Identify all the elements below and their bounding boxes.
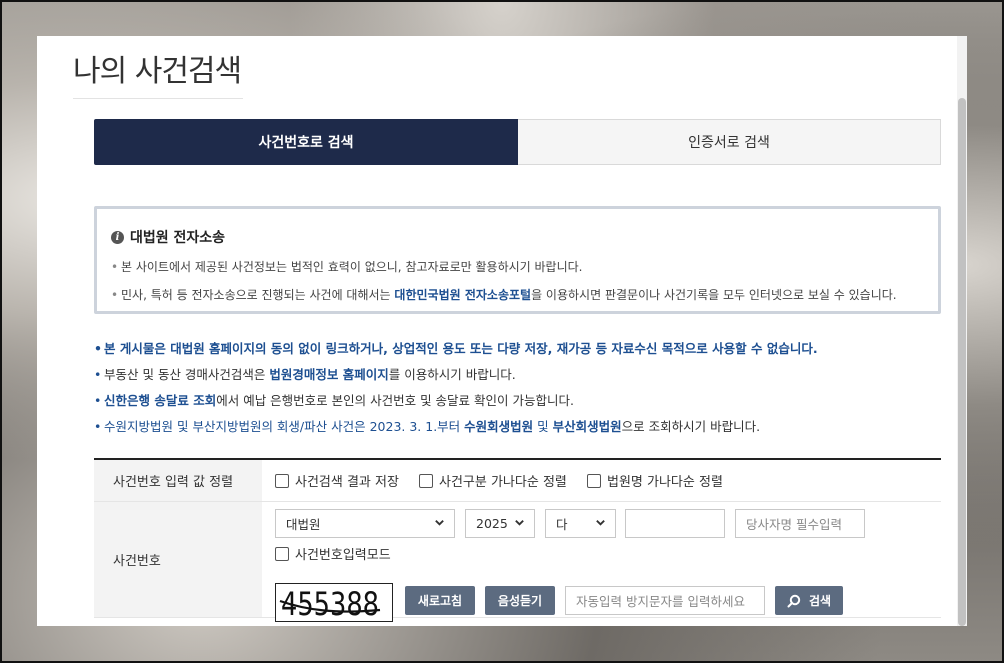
captcha-graphic: 455388 (279, 585, 381, 621)
checkbox-icon[interactable] (419, 473, 433, 488)
info-item-4-pre: 수원지방법원 및 부산지방법원의 회생/파산 사건은 2023. 3. 1.부터 (104, 419, 465, 434)
suwon-rehab-court-link[interactable]: 수원회생법원 (464, 419, 533, 434)
checkbox-icon[interactable] (275, 473, 289, 488)
search-icon (787, 594, 801, 607)
bullet-icon: • (94, 367, 102, 382)
chevron-down-icon (435, 520, 444, 526)
sort-by-case-type-label: 사건구분 가나다순 정렬 (439, 475, 567, 490)
info-item-2-post: 를 이용하시기 바랍니다. (388, 367, 516, 382)
court-select-value: 대법원 (286, 517, 321, 532)
info-item-3-post: 에서 예납 은행번호로 본인의 사건번호 및 송달료 확인이 가능합니다. (216, 393, 574, 408)
scrollbar[interactable] (957, 36, 967, 626)
info-item-1-text: 본 게시물은 대법원 홈페이지의 동의 없이 링크하거나, 상업적인 용도 또는… (104, 341, 818, 356)
notice-title: 대법원 전자소송 (130, 230, 226, 246)
info-item-4: • 수원지방법원 및 부산지방법원의 회생/파산 사건은 2023. 3. 1.부… (94, 416, 760, 435)
checkbox-icon[interactable] (275, 546, 289, 561)
case-number-label: 사건번호 (94, 502, 262, 617)
save-results-label: 사건검색 결과 저장 (295, 475, 399, 490)
title-divider (73, 98, 243, 99)
e-litigation-portal-link[interactable]: 대한민국법원 전자소송포털 (394, 288, 531, 302)
case-type-select-value: 다 (556, 517, 568, 532)
captcha-audio-button[interactable]: 음성듣기 (485, 586, 555, 615)
sort-by-case-type-checkbox[interactable]: 사건구분 가나다순 정렬 (419, 471, 567, 490)
notice-line-1-text: 본 사이트에서 제공된 사건정보는 법적인 효력이 없으니, 참고자료로만 활용… (121, 260, 583, 274)
input-mode-checkbox[interactable]: 사건번호입력모드 (275, 544, 391, 563)
info-item-4-mid: 및 (533, 419, 553, 434)
year-select[interactable]: 2025 (465, 509, 535, 538)
case-search-form: 사건번호 입력 값 정렬 사건검색 결과 저장 사건구분 가나다순 정렬 법원명… (94, 458, 941, 622)
save-results-checkbox[interactable]: 사건검색 결과 저장 (275, 471, 399, 490)
checkbox-icon[interactable] (587, 473, 601, 488)
bullet-icon: • (94, 341, 102, 356)
info-item-2-pre: 부동산 및 동산 경매사건검색은 (104, 367, 270, 382)
notice-box: i 대법원 전자소송 • 본 사이트에서 제공된 사건정보는 법적인 효력이 없으… (94, 206, 941, 314)
sort-label: 사건번호 입력 값 정렬 (94, 460, 262, 501)
info-item-1: • 본 게시물은 대법원 홈페이지의 동의 없이 링크하거나, 상업적인 용도 또… (94, 338, 818, 357)
bullet-icon: • (111, 260, 119, 274)
info-icon: i (111, 230, 124, 244)
court-select[interactable]: 대법원 (275, 509, 455, 538)
chevron-down-icon (515, 520, 524, 526)
bullet-icon: • (94, 393, 102, 408)
notice-line-2: • 민사, 특허 등 전자소송으로 진행되는 사건에 대해서는 대한민국법원 전자… (111, 286, 897, 303)
notice-header: i 대법원 전자소송 (111, 227, 225, 247)
sort-options: 사건검색 결과 저장 사건구분 가나다순 정렬 법원명 가나다순 정렬 (262, 460, 941, 501)
search-button[interactable]: 검색 (775, 586, 843, 615)
case-number-inputs: 대법원 2025 다 당사자명 필수입력 사건번호입력모드 455388 새로고… (262, 502, 941, 622)
shinhan-fee-link[interactable]: 신한은행 송달료 조회 (104, 393, 216, 408)
search-tabs: 사건번호로 검색 인증서로 검색 (94, 119, 941, 165)
case-type-select[interactable]: 다 (545, 509, 616, 538)
sort-by-court-label: 법원명 가나다순 정렬 (607, 475, 723, 490)
main-panel: 나의 사건검색 사건번호로 검색 인증서로 검색 i 대법원 전자소송 • 본 사… (37, 36, 967, 626)
notice-line-2-post: 을 이용하시면 판결문이나 사건기록을 모두 인터넷으로 보실 수 있습니다. (531, 288, 897, 302)
case-serial-input[interactable] (625, 509, 725, 538)
sort-row: 사건번호 입력 값 정렬 사건검색 결과 저장 사건구분 가나다순 정렬 법원명… (94, 460, 941, 502)
search-button-label: 검색 (808, 594, 832, 608)
page-title: 나의 사건검색 (73, 54, 242, 89)
info-item-3: • 신한은행 송달료 조회에서 예납 은행번호로 본인의 사건번호 및 송달료 확… (94, 390, 574, 409)
info-item-4-post: 으로 조회하시기 바랍니다. (621, 419, 761, 434)
scrollbar-thumb[interactable] (958, 98, 966, 626)
captcha-input[interactable]: 자동입력 방지문자를 입력하세요 (565, 586, 765, 615)
notice-line-2-pre: 민사, 특허 등 전자소송으로 진행되는 사건에 대해서는 (121, 288, 395, 302)
busan-rehab-court-link[interactable]: 부산회생법원 (553, 419, 622, 434)
captcha-refresh-button[interactable]: 새로고침 (405, 586, 475, 615)
tab-certificate-search[interactable]: 인증서로 검색 (518, 119, 941, 165)
captcha-text: 455388 (281, 585, 379, 621)
tab-case-number-search[interactable]: 사건번호로 검색 (94, 119, 518, 165)
info-item-2: • 부동산 및 동산 경매사건검색은 법원경매정보 홈페이지를 이용하시기 바랍니… (94, 364, 516, 383)
bullet-icon: • (111, 288, 119, 302)
input-mode-label: 사건번호입력모드 (295, 548, 391, 563)
chevron-down-icon (596, 520, 605, 526)
notice-line-1: • 본 사이트에서 제공된 사건정보는 법적인 효력이 없으니, 참고자료로만 활… (111, 258, 582, 275)
bullet-icon: • (94, 419, 102, 434)
court-auction-link[interactable]: 법원경매정보 홈페이지 (269, 367, 388, 382)
captcha-image: 455388 (275, 583, 393, 622)
case-number-row: 사건번호 대법원 2025 다 당사자명 필수입력 사건번호입력모드 45538… (94, 502, 941, 622)
year-select-value: 2025 (476, 516, 508, 531)
sort-by-court-checkbox[interactable]: 법원명 가나다순 정렬 (587, 471, 723, 490)
party-name-input[interactable]: 당사자명 필수입력 (735, 509, 865, 538)
